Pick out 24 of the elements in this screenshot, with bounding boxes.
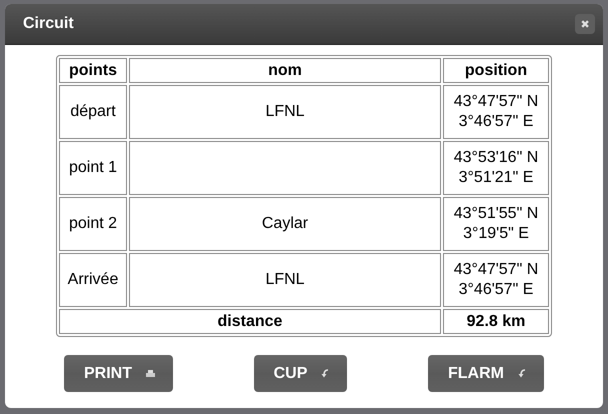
table-cell: point 1 <box>59 141 127 195</box>
table-cell: Arrivée <box>59 253 127 307</box>
table-cell: 43°47'57" N 3°46'57" E <box>443 253 549 307</box>
table-cell: 43°51'55" N 3°19'5" E <box>443 197 549 251</box>
printer-icon <box>146 370 155 378</box>
column-header: nom <box>129 58 441 83</box>
table-cell: 43°53'16" N 3°51'21" E <box>443 141 549 195</box>
table-cell: 92.8 km <box>443 309 549 334</box>
table-cell: LFNL <box>129 253 441 307</box>
table-cell: distance <box>59 309 441 334</box>
window-title: Circuit <box>23 15 74 33</box>
table-cell: départ <box>59 85 127 139</box>
table-cell: Caylar <box>129 197 441 251</box>
table-cell: LFNL <box>129 85 441 139</box>
action-button[interactable]: FLARM <box>428 355 544 392</box>
curved-arrow-icon <box>321 369 330 378</box>
action-button[interactable]: CUP <box>254 355 348 392</box>
table-cell: point 2 <box>59 197 127 251</box>
column-header: position <box>443 58 549 83</box>
close-button[interactable]: ✖ <box>575 14 595 34</box>
column-header: points <box>59 58 127 83</box>
curved-arrow-icon <box>518 369 526 378</box>
table-cell: 43°47'57" N 3°46'57" E <box>443 85 549 139</box>
action-button[interactable]: PRINT <box>64 355 173 392</box>
